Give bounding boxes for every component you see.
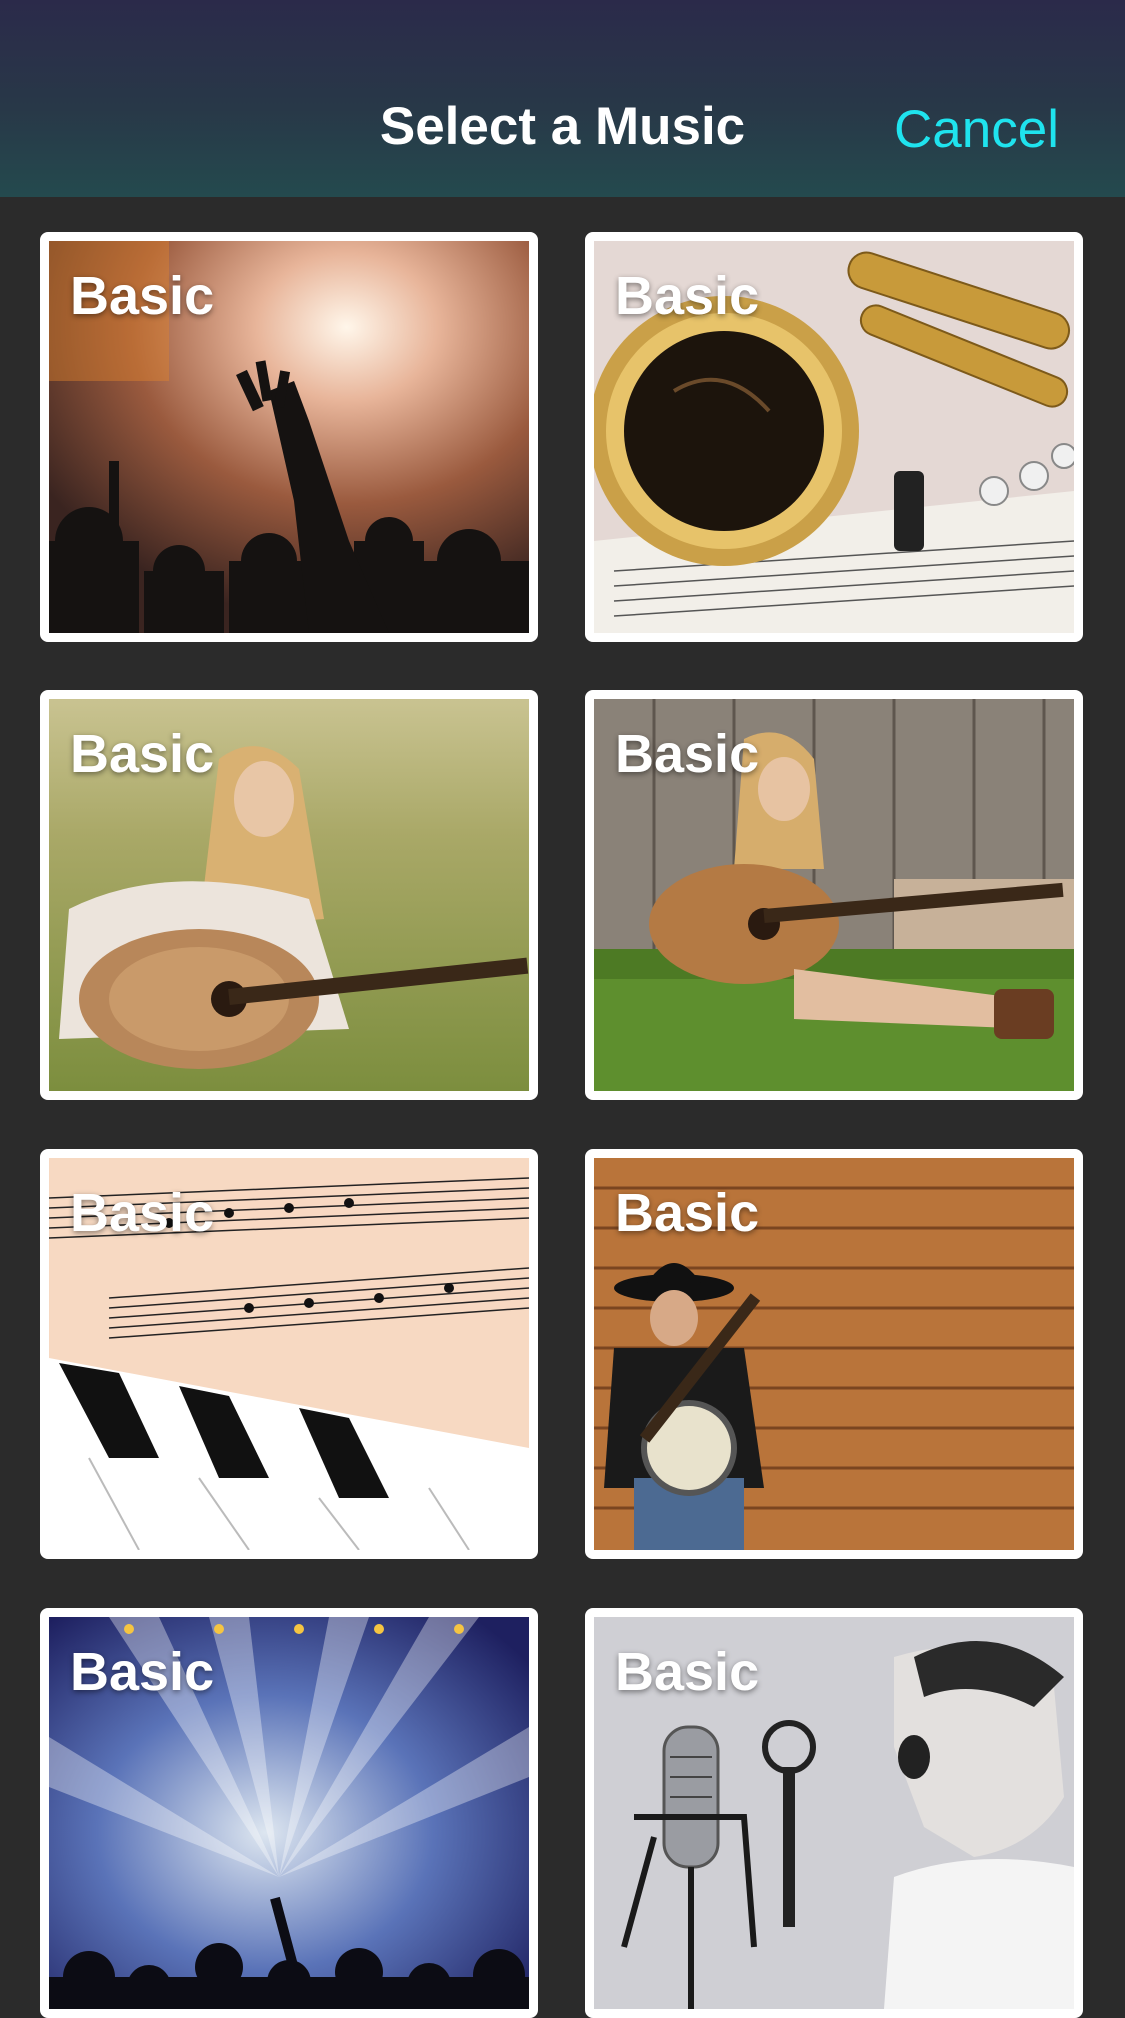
music-card[interactable]: Basic <box>585 690 1083 1100</box>
music-card[interactable]: Basic <box>585 1608 1083 2018</box>
music-card-label: Basic <box>70 724 215 784</box>
cancel-button[interactable]: Cancel <box>894 99 1059 160</box>
music-card[interactable]: Basic <box>40 690 538 1100</box>
music-card[interactable]: Basic <box>585 232 1083 642</box>
music-card-label: Basic <box>70 1183 215 1243</box>
music-card-label: Basic <box>615 266 760 326</box>
music-card-label: Basic <box>70 266 215 326</box>
music-card[interactable]: Basic <box>40 1608 538 2018</box>
music-card-label: Basic <box>70 1642 215 1702</box>
music-card-label: Basic <box>615 1642 760 1702</box>
music-card-label: Basic <box>615 1183 760 1243</box>
music-card[interactable]: Basic <box>585 1149 1083 1559</box>
music-card[interactable]: Basic <box>40 1149 538 1559</box>
music-card-label: Basic <box>615 724 760 784</box>
header-bar: Select a Music Cancel <box>0 0 1125 197</box>
music-card[interactable]: Basic <box>40 232 538 642</box>
